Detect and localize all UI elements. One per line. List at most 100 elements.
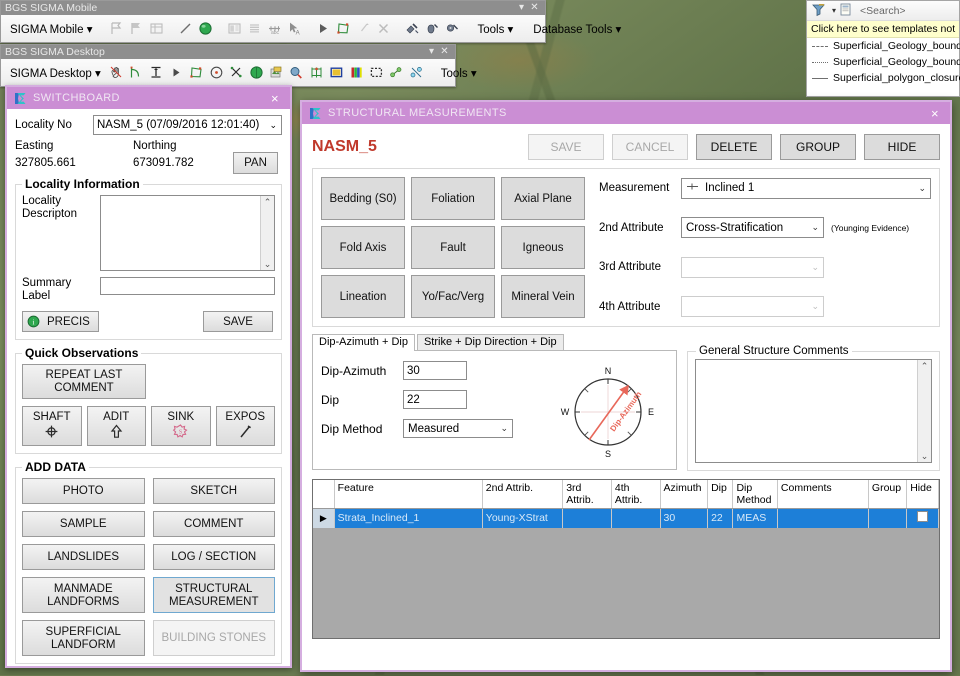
attribute4-select[interactable]: ⌄: [681, 296, 824, 318]
cell-hide[interactable]: [906, 508, 939, 528]
pan-button[interactable]: PAN: [233, 152, 278, 174]
polygon-icon[interactable]: [335, 20, 352, 38]
templates-search-input[interactable]: <Search>: [860, 5, 906, 17]
column-dip-method[interactable]: Dip Method: [732, 480, 778, 509]
polygon-icon[interactable]: [188, 64, 205, 82]
sink-button[interactable]: SINK S: [151, 406, 211, 446]
line-draw-icon[interactable]: [177, 20, 194, 38]
close-icon[interactable]: ✕: [438, 45, 451, 59]
rotate-icon[interactable]: [208, 64, 225, 82]
desktop-tools-menu[interactable]: Tools ▾: [437, 66, 481, 80]
locality-save-button[interactable]: SAVE: [203, 311, 273, 332]
group-button[interactable]: GROUP: [780, 134, 856, 160]
column-comments[interactable]: Comments: [777, 480, 869, 509]
attribute2-select[interactable]: Cross-Stratification ⌄: [681, 217, 824, 239]
locality-description-input[interactable]: ⌃ ⌄: [100, 195, 275, 271]
flag-outline-icon[interactable]: [108, 20, 125, 38]
scroll-up-icon[interactable]: ⌃: [264, 196, 272, 208]
dashed-box-icon[interactable]: [368, 64, 385, 82]
add-comment-button[interactable]: COMMENT: [152, 511, 275, 537]
chevron-down-icon[interactable]: ▾: [832, 6, 836, 15]
tab-strike-dip-direction-dip[interactable]: Strike + Dip Direction + Dip: [416, 334, 564, 351]
templates-note[interactable]: Click here to see templates not: [807, 21, 959, 38]
chevron-down-icon[interactable]: ▾: [515, 1, 528, 15]
column-feature[interactable]: Feature: [334, 480, 483, 509]
expos-button[interactable]: EXPOS: [215, 406, 275, 446]
mobile-tools-menu[interactable]: Tools ▾: [473, 22, 517, 36]
dip-method-select[interactable]: Measured ⌄: [403, 419, 513, 438]
chevron-down-icon[interactable]: ▾: [425, 45, 438, 59]
tab-dip-azimuth-dip[interactable]: Dip-Azimuth + Dip: [312, 334, 415, 351]
add-sketch-button[interactable]: SKETCH: [152, 478, 275, 504]
hide-checkbox[interactable]: [917, 511, 929, 523]
delete-button[interactable]: DELETE: [696, 134, 772, 160]
general-comments-input[interactable]: ⌃ ⌄: [695, 359, 932, 463]
add-structural-measurement-button[interactable]: STRUCTURAL MEASUREMENT: [152, 577, 275, 613]
column-azimuth[interactable]: Azimuth: [660, 480, 709, 509]
database-tools-menu[interactable]: Database Tools ▾: [529, 22, 625, 36]
square-outline-icon[interactable]: [328, 64, 345, 82]
adit-button[interactable]: ADIT: [86, 406, 146, 446]
type-bedding-button[interactable]: Bedding (S0): [321, 177, 405, 220]
type-yo-fac-verg-button[interactable]: Yo/Fac/Verg: [411, 275, 495, 318]
scroll-down-icon[interactable]: ⌄: [921, 450, 929, 462]
type-mineral-vein-button[interactable]: Mineral Vein: [501, 275, 585, 318]
shaft-button[interactable]: SHAFT: [22, 406, 82, 446]
measurements-table[interactable]: Feature 2nd Attrib. 3rd Attrib. 4th Attr…: [312, 479, 940, 639]
create-template-icon[interactable]: [839, 2, 857, 20]
dip-azimuth-input[interactable]: 30: [403, 361, 467, 380]
hide-button[interactable]: HIDE: [864, 134, 940, 160]
add-manmade-landforms-button[interactable]: MANMADE LANDFORMS: [22, 577, 145, 613]
green-sphere-icon[interactable]: [197, 20, 214, 38]
table-row[interactable]: ▶ Strata_Inclined_1 Young-XStrat 30 22 M…: [313, 508, 939, 528]
satellite-icon[interactable]: [404, 20, 421, 38]
add-log-section-button[interactable]: LOG / SECTION: [152, 544, 275, 570]
sigma-mobile-menu[interactable]: SIGMA Mobile ▾: [6, 22, 96, 36]
sparkle-icon[interactable]: [228, 64, 245, 82]
type-fault-button[interactable]: Fault: [411, 226, 495, 269]
add-photo-button[interactable]: PHOTO: [22, 478, 145, 504]
close-icon[interactable]: ✕: [528, 1, 541, 15]
snap-icon[interactable]: [408, 64, 425, 82]
close-icon[interactable]: ×: [926, 106, 944, 121]
scroll-up-icon[interactable]: ⌃: [921, 360, 929, 372]
list-icon[interactable]: [246, 20, 263, 38]
curve-icon[interactable]: [128, 64, 145, 82]
hand-gps-icon[interactable]: [424, 20, 441, 38]
type-fold-axis-button[interactable]: Fold Axis: [321, 226, 405, 269]
column-group[interactable]: Group: [868, 480, 908, 509]
column-hide[interactable]: Hide: [906, 480, 939, 509]
scrollbar[interactable]: ⌃ ⌄: [260, 196, 274, 270]
list-item[interactable]: Superficial_Geology_boundary: [807, 54, 960, 70]
form-icon[interactable]: [226, 20, 243, 38]
green-sphere-icon[interactable]: [248, 64, 265, 82]
gps-locate-icon[interactable]: [444, 20, 461, 38]
wand-icon[interactable]: [355, 20, 372, 38]
scrollbar[interactable]: ⌃ ⌄: [917, 360, 931, 462]
measurement-select[interactable]: Inclined 1 ⌄: [681, 177, 931, 199]
grid-icon[interactable]: [308, 64, 325, 82]
play-arrow-icon[interactable]: [315, 20, 332, 38]
precis-button[interactable]: i PRECIS: [22, 311, 99, 332]
type-lineation-button[interactable]: Lineation: [321, 275, 405, 318]
summary-label-input[interactable]: [100, 277, 275, 295]
extend-icon[interactable]: [148, 64, 165, 82]
measure-icon[interactable]: abc: [266, 20, 283, 38]
type-axial-plane-button[interactable]: Axial Plane: [501, 177, 585, 220]
scroll-down-icon[interactable]: ⌄: [264, 258, 272, 270]
table-icon[interactable]: [148, 20, 165, 38]
column-4th-attrib[interactable]: 4th Attrib.: [611, 480, 661, 509]
repeat-last-comment-button[interactable]: REPEAT LAST COMMENT: [22, 364, 146, 399]
add-superficial-landform-button[interactable]: SUPERFICIAL LANDFORM: [22, 620, 145, 656]
locality-no-select[interactable]: NASM_5 (07/09/2016 12:01:40) ⌄: [93, 115, 282, 135]
dip-input[interactable]: 22: [403, 390, 467, 409]
nodes-icon[interactable]: [388, 64, 405, 82]
list-item[interactable]: Superficial_polygon_closure: [807, 70, 960, 86]
type-igneous-button[interactable]: Igneous: [501, 226, 585, 269]
column-dip[interactable]: Dip: [707, 480, 734, 509]
sigma-desktop-menu[interactable]: SIGMA Desktop ▾: [6, 66, 105, 80]
close-icon[interactable]: ×: [266, 91, 284, 106]
select-arrow-icon[interactable]: A: [286, 20, 303, 38]
column-2nd-attrib[interactable]: 2nd Attrib.: [482, 480, 564, 509]
map-layers-icon[interactable]: [268, 64, 285, 82]
